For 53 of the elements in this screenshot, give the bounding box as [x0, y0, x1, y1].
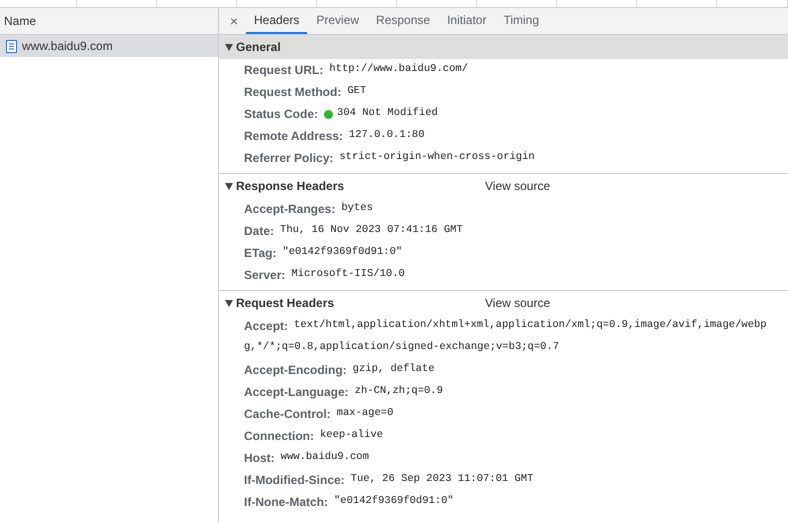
section-title: Response Headers: [236, 178, 346, 195]
header-name: Accept:: [244, 318, 288, 335]
header-value: strict-origin-when-cross-origin: [339, 150, 535, 166]
triangle-icon: [225, 300, 233, 306]
detail-tab[interactable]: Response: [368, 8, 438, 34]
header-value: 304 Not Modified: [337, 106, 438, 122]
header-name: Date:: [244, 223, 274, 240]
header-value: 127.0.0.1:80: [348, 128, 425, 144]
header-value: "e0142f9369f0d91:0": [282, 245, 402, 260]
header-name: If-None-Match:: [244, 494, 328, 511]
header-name: Accept-Encoding:: [244, 362, 347, 379]
header-name: Request Method:: [244, 84, 342, 101]
header-value: Thu, 16 Nov 2023 07:41:16 GMT: [280, 223, 463, 238]
header-value: GET: [347, 84, 366, 100]
header-name: Connection:: [244, 428, 314, 445]
header-value: max-age=0: [336, 406, 394, 422]
view-source-link[interactable]: View source: [485, 177, 550, 195]
header-value: www.baidu9.com: [280, 450, 369, 466]
header-value: http://www.baidu9.com/: [329, 62, 468, 78]
header-value: zh-CN,zh;q=0.9: [354, 384, 443, 400]
header-name: Request URL:: [244, 62, 324, 79]
view-source-link[interactable]: View source: [485, 294, 550, 312]
header-name: Accept-Ranges:: [244, 201, 336, 218]
header-name: Cache-Control:: [244, 406, 331, 423]
triangle-icon: [225, 182, 233, 190]
header-name: Accept-Language:: [244, 384, 349, 401]
header-name: Remote Address:: [244, 128, 343, 145]
document-icon: [6, 40, 17, 52]
request-row[interactable]: www.baidu9.com: [0, 35, 218, 57]
header-name: Referrer Policy:: [244, 150, 334, 167]
section-header[interactable]: General: [219, 35, 788, 59]
header-name: Server:: [244, 267, 286, 284]
column-header[interactable]: Name: [0, 8, 218, 35]
request-name: www.baidu9.com: [22, 38, 113, 55]
close-button[interactable]: ×: [227, 8, 241, 34]
section-title: Request Headers: [236, 295, 336, 312]
detail-tab[interactable]: Preview: [308, 8, 368, 34]
header-value: text/html,application/xhtml+xml,application/xml;q=0.9,image/avif,image/webp: [294, 318, 767, 334]
header-value: Microsoft-IIS/10.0: [291, 267, 405, 282]
header-name: Host:: [244, 450, 275, 467]
header-value: "e0142f9369f0d91:0": [334, 494, 454, 510]
section-title: General: [236, 39, 282, 56]
header-value: Tue, 26 Sep 2023 11:07:01 GMT: [350, 472, 534, 488]
header-name: ETag:: [244, 245, 276, 262]
header-value: keep-alive: [320, 428, 384, 444]
header-value: gzip, deflate: [352, 362, 435, 378]
header-value: g,*/*;q=0.8,application/signed-exchange;v=b3;q=0.7: [244, 340, 560, 356]
header-name: Status Code:: [244, 106, 318, 123]
detail-tab[interactable]: Timing: [495, 8, 548, 34]
header-name: If-Modified-Since:: [244, 472, 345, 489]
triangle-icon: [225, 44, 233, 50]
header-value: bytes: [341, 201, 373, 216]
detail-tab[interactable]: Initiator: [439, 8, 494, 34]
